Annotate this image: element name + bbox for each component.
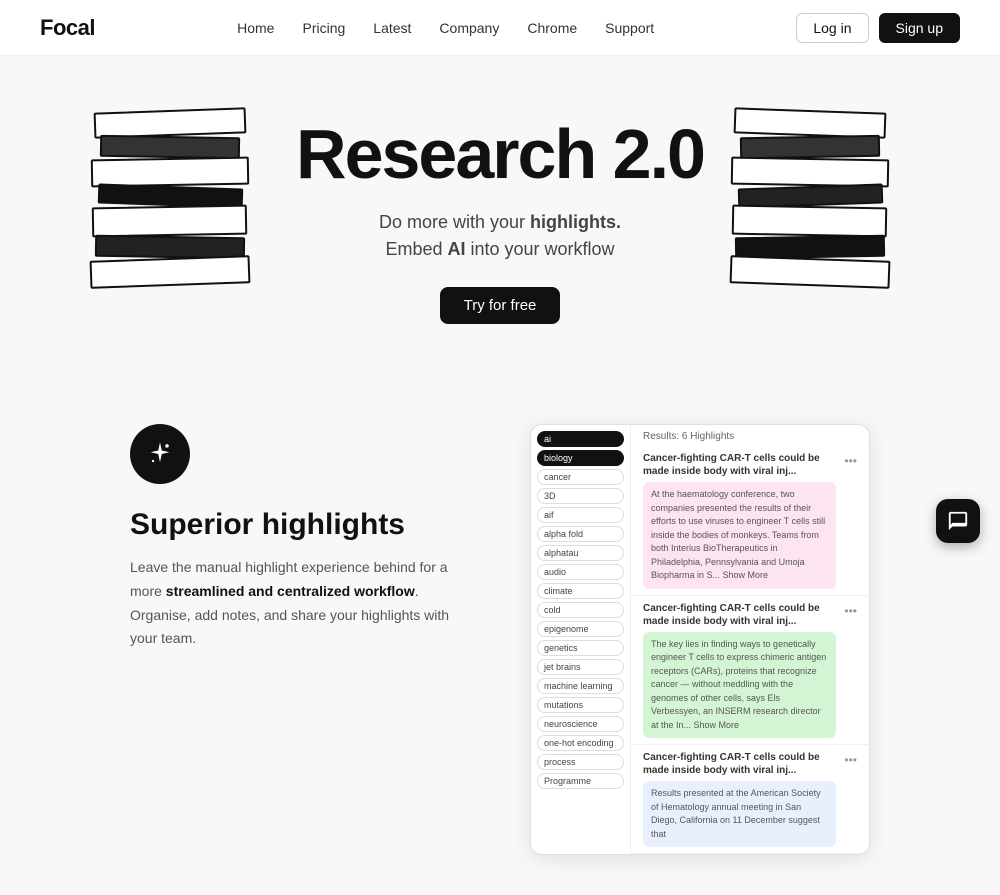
book-r7 bbox=[734, 107, 887, 138]
chat-bubble[interactable] bbox=[936, 499, 980, 543]
mock-chip-alphafold[interactable]: alpha fold bbox=[537, 526, 624, 542]
chat-icon bbox=[947, 510, 969, 532]
book-r1 bbox=[730, 255, 891, 289]
mock-content: Results: 6 Highlights Cancer-fighting CA… bbox=[631, 425, 869, 854]
mock-item-1-dots[interactable]: ••• bbox=[844, 452, 857, 470]
nav-chrome[interactable]: Chrome bbox=[527, 20, 577, 36]
books-left-stack bbox=[80, 86, 260, 286]
book-l7 bbox=[94, 107, 247, 138]
hero-books-left bbox=[80, 86, 280, 286]
hero-title: Research 2.0 bbox=[296, 116, 704, 193]
mock-item-3-body: Results presented at the American Societ… bbox=[643, 781, 836, 847]
book-l5 bbox=[91, 157, 249, 188]
navbar: Focal Home Pricing Latest Company Chrome… bbox=[0, 0, 1000, 56]
mock-items: Cancer-fighting CAR-T cells could be mad… bbox=[631, 446, 869, 854]
mock-chip-audio[interactable]: audio bbox=[537, 564, 624, 580]
book-l1 bbox=[90, 255, 251, 289]
book-r3 bbox=[732, 205, 888, 238]
mock-chip-cold[interactable]: cold bbox=[537, 602, 624, 618]
mock-results-label: Results: 6 Highlights bbox=[631, 425, 869, 446]
books-right-stack bbox=[720, 86, 900, 286]
mock-chip-jetbrains[interactable]: jet brains bbox=[537, 659, 624, 675]
mock-sidebar: ai biology cancer 3D aif alpha fold alph… bbox=[531, 425, 631, 854]
mock-item-3-title: Cancer-fighting CAR-T cells could be mad… bbox=[643, 751, 836, 777]
mock-chip-genetics[interactable]: genetics bbox=[537, 640, 624, 656]
mock-chip-aif[interactable]: aif bbox=[537, 507, 624, 523]
sparkle-icon bbox=[146, 440, 174, 468]
hero-sub-bold: highlights. bbox=[530, 212, 621, 232]
mock-chip-biology[interactable]: biology bbox=[537, 450, 624, 466]
section2-right: ai biology cancer 3D aif alpha fold alph… bbox=[530, 424, 870, 855]
book-l6 bbox=[100, 135, 240, 159]
section2-body-bold: streamlined and centralized workflow bbox=[166, 583, 415, 599]
mock-item-1: Cancer-fighting CAR-T cells could be mad… bbox=[631, 446, 869, 596]
book-l3 bbox=[92, 205, 247, 238]
mock-item-3-left: Cancer-fighting CAR-T cells could be mad… bbox=[643, 751, 836, 847]
hero-sub-ai: AI bbox=[447, 239, 465, 259]
mock-item-1-left: Cancer-fighting CAR-T cells could be mad… bbox=[643, 452, 836, 589]
mock-chip-climate[interactable]: climate bbox=[537, 583, 624, 599]
mock-chip-3d[interactable]: 3D bbox=[537, 488, 624, 504]
mock-item-3-dots[interactable]: ••• bbox=[844, 751, 857, 769]
mock-chip-onehot[interactable]: one-hot encoding bbox=[537, 735, 624, 751]
hero-section: Research 2.0 Do more with your highlight… bbox=[0, 56, 1000, 364]
mock-chip-process[interactable]: process bbox=[537, 754, 624, 770]
nav-support[interactable]: Support bbox=[605, 20, 654, 36]
section2-heading: Superior highlights bbox=[130, 508, 470, 542]
book-r6 bbox=[740, 135, 880, 159]
mock-item-2-body: The key lies in finding ways to genetica… bbox=[643, 632, 836, 739]
mock-item-1-title: Cancer-fighting CAR-T cells could be mad… bbox=[643, 452, 836, 478]
nav-actions: Log in Sign up bbox=[796, 13, 960, 43]
mock-chip-programme[interactable]: Programme bbox=[537, 773, 624, 789]
sparkle-icon-container bbox=[130, 424, 190, 484]
nav-company[interactable]: Company bbox=[439, 20, 499, 36]
nav-home[interactable]: Home bbox=[237, 20, 274, 36]
mock-chip-neuroscience[interactable]: neuroscience bbox=[537, 716, 624, 732]
hero-sub-plain: Do more with your bbox=[379, 212, 530, 232]
hero-books-right bbox=[720, 86, 920, 286]
hero-sub-line2-plain: Embed bbox=[385, 239, 447, 259]
logo: Focal bbox=[40, 15, 95, 41]
signup-button[interactable]: Sign up bbox=[879, 13, 960, 43]
hero-sub-line2-rest: into your workflow bbox=[465, 239, 614, 259]
mock-chip-alphatau[interactable]: alphatau bbox=[537, 545, 624, 561]
mock-ui-card: ai biology cancer 3D aif alpha fold alph… bbox=[530, 424, 870, 855]
book-r5 bbox=[731, 157, 889, 188]
section2-body: Leave the manual highlight experience be… bbox=[130, 556, 470, 651]
section2-left: Superior highlights Leave the manual hig… bbox=[130, 424, 470, 651]
mock-item-2: Cancer-fighting CAR-T cells could be mad… bbox=[631, 596, 869, 746]
mock-item-2-title: Cancer-fighting CAR-T cells could be mad… bbox=[643, 602, 836, 628]
mock-item-2-dots[interactable]: ••• bbox=[844, 602, 857, 620]
nav-links: Home Pricing Latest Company Chrome Suppo… bbox=[237, 20, 654, 36]
mock-item-3: Cancer-fighting CAR-T cells could be mad… bbox=[631, 745, 869, 854]
try-free-button[interactable]: Try for free bbox=[440, 287, 561, 324]
mock-chip-ai[interactable]: ai bbox=[537, 431, 624, 447]
mock-main: ai biology cancer 3D aif alpha fold alph… bbox=[531, 425, 869, 854]
nav-pricing[interactable]: Pricing bbox=[302, 20, 345, 36]
nav-latest[interactable]: Latest bbox=[373, 20, 411, 36]
mock-item-2-left: Cancer-fighting CAR-T cells could be mad… bbox=[643, 602, 836, 739]
mock-chip-epigenome[interactable]: epigenome bbox=[537, 621, 624, 637]
mock-chip-cancer[interactable]: cancer bbox=[537, 469, 624, 485]
hero-subtitle: Do more with your highlights. Embed AI i… bbox=[379, 209, 621, 263]
login-button[interactable]: Log in bbox=[796, 13, 868, 43]
mock-chip-ml[interactable]: machine learning bbox=[537, 678, 624, 694]
mock-chip-mutations[interactable]: mutations bbox=[537, 697, 624, 713]
mock-item-1-body: At the haematology conference, two compa… bbox=[643, 482, 836, 589]
highlights-section: Superior highlights Leave the manual hig… bbox=[0, 364, 1000, 895]
